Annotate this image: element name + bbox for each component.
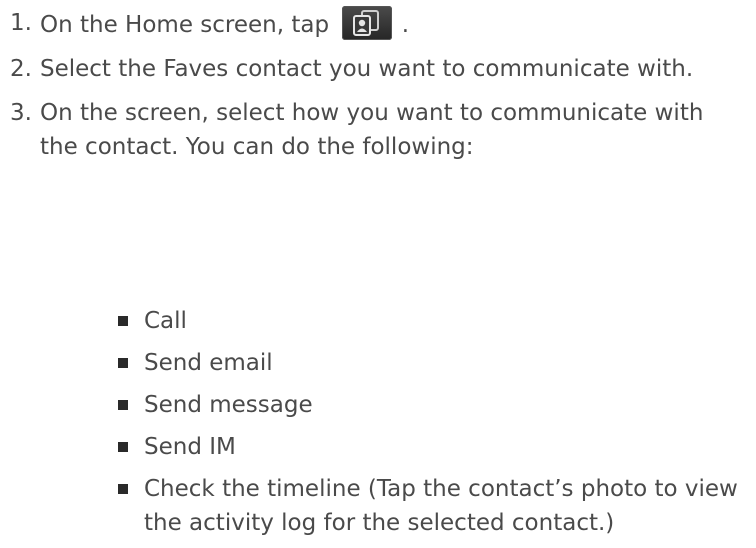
step-text-before-icon: On the Home screen, tap [40,12,330,38]
option-label: Call [144,308,187,334]
step-text: Select the Faves contact you want to com… [40,56,694,82]
square-bullet-icon [116,304,144,338]
people-contacts-icon [342,6,393,40]
step-number: 2. [10,56,32,82]
step-2: 2. Select the Faves contact you want to … [10,52,740,86]
step-1: 1. On the Home screen, tap . [10,6,740,42]
option-send-im: Send IM [116,430,746,464]
option-label: Send message [144,392,313,418]
step-text: On the Home screen, tap . [40,6,740,42]
instructions-page: 1. On the Home screen, tap . 2. Select t… [0,0,756,536]
option-send-message: Send message [116,388,746,422]
square-bullet-icon [116,346,144,380]
option-check-timeline: Check the timeline (Tap the contact’s ph… [116,472,746,540]
step-text-after-icon: . [401,12,410,38]
step-3: 3. On the screen, select how you want to… [10,96,740,164]
step-text: On the screen, select how you want to co… [40,100,704,160]
square-bullet-icon [116,388,144,422]
square-bullet-icon [116,430,144,464]
step-number: 1. [10,10,32,36]
communication-options-list: Call Send email Send message Send IM Che… [116,304,746,548]
steps-list: 1. On the Home screen, tap . 2. Select t… [10,6,740,174]
option-label: Check the timeline (Tap the contact’s ph… [144,476,738,536]
step-number: 3. [10,100,32,126]
square-bullet-icon [116,472,144,540]
option-call: Call [116,304,746,338]
option-send-email: Send email [116,346,746,380]
option-label: Send email [144,350,273,376]
option-label: Send IM [144,434,236,460]
